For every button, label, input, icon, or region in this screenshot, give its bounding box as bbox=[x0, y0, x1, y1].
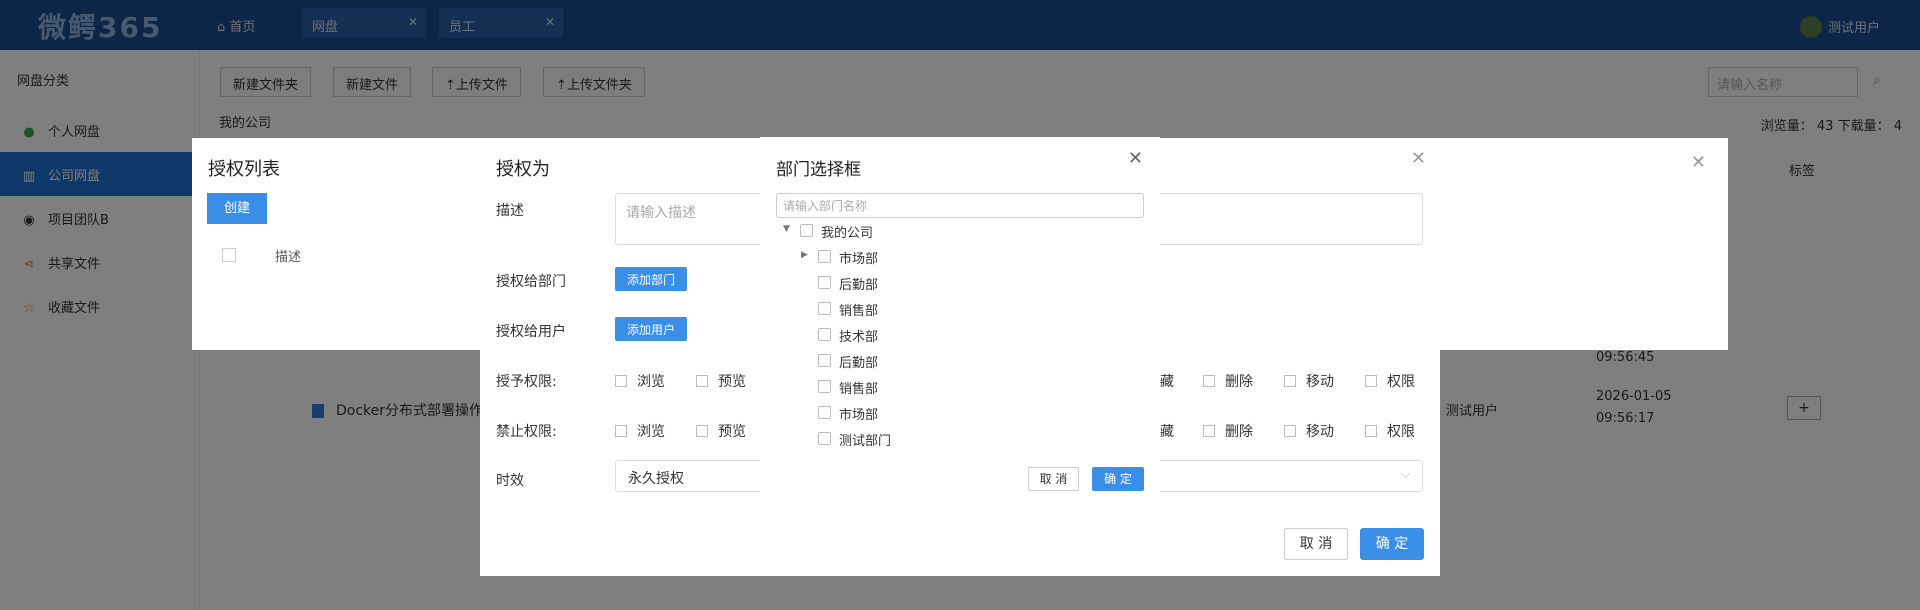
dialog-title: 授权为 bbox=[496, 159, 550, 180]
close-icon[interactable]: ✕ bbox=[1691, 152, 1706, 173]
grant-browse-checkbox[interactable]: 浏览 bbox=[615, 371, 665, 391]
cancel-button[interactable]: 取 消 bbox=[1284, 528, 1348, 560]
department-search-input[interactable]: 请输入部门名称 bbox=[776, 193, 1144, 218]
tree-checkbox[interactable] bbox=[818, 276, 831, 289]
desc-label: 描述 bbox=[496, 203, 524, 219]
cancel-button[interactable]: 取 消 bbox=[1028, 467, 1079, 491]
deny-delete-checkbox[interactable]: 删除 bbox=[1203, 421, 1253, 441]
tree-node[interactable]: 后勤部 bbox=[801, 351, 1001, 373]
grant-dept-label: 授权给部门 bbox=[496, 274, 566, 290]
deny-preview-checkbox[interactable]: 预览 bbox=[696, 421, 746, 441]
grant-move-checkbox[interactable]: 移动 bbox=[1284, 371, 1334, 391]
deny-favorite-checkbox[interactable]: 藏 bbox=[1160, 421, 1174, 441]
select-all-checkbox[interactable] bbox=[222, 248, 236, 262]
grant-permission-checkbox[interactable]: 权限 bbox=[1365, 371, 1415, 391]
dialog-title: 授权列表 bbox=[208, 159, 280, 180]
tree-checkbox[interactable] bbox=[818, 380, 831, 393]
add-user-button[interactable]: 添加用户 bbox=[615, 317, 688, 341]
confirm-button[interactable]: 确 定 bbox=[1092, 467, 1144, 491]
grant-delete-checkbox[interactable]: 删除 bbox=[1203, 371, 1253, 391]
deny-move-checkbox[interactable]: 移动 bbox=[1284, 421, 1334, 441]
close-icon[interactable]: ✕ bbox=[1411, 148, 1426, 169]
tree-node-root[interactable]: ▼ 我的公司 bbox=[783, 221, 983, 243]
tree-checkbox[interactable] bbox=[818, 406, 831, 419]
tree-node[interactable]: ▶ 市场部 bbox=[801, 247, 1001, 269]
add-department-button[interactable]: 添加部门 bbox=[615, 267, 688, 291]
tree-node[interactable]: 技术部 bbox=[801, 325, 1001, 347]
create-button[interactable]: 创建 bbox=[207, 193, 267, 224]
caret-right-icon[interactable]: ▶ bbox=[801, 250, 808, 260]
tree-node[interactable]: 测试部门 bbox=[801, 429, 1001, 451]
tree-node[interactable]: 销售部 bbox=[801, 299, 1001, 321]
tree-checkbox[interactable] bbox=[818, 328, 831, 341]
tree-checkbox[interactable] bbox=[818, 432, 831, 445]
grant-favorite-checkbox[interactable]: 藏 bbox=[1160, 371, 1174, 391]
deny-permission-checkbox[interactable]: 权限 bbox=[1365, 421, 1415, 441]
tree-node[interactable]: 销售部 bbox=[801, 377, 1001, 399]
validity-label: 时效 bbox=[496, 473, 524, 489]
grant-user-label: 授权给用户 bbox=[496, 324, 566, 340]
dialog-title: 部门选择框 bbox=[776, 160, 861, 180]
chevron-down-icon: ⌵ bbox=[1400, 467, 1410, 481]
grant-preview-checkbox[interactable]: 预览 bbox=[696, 371, 746, 391]
column-header-desc: 描述 bbox=[275, 250, 302, 265]
confirm-button[interactable]: 确 定 bbox=[1360, 528, 1424, 560]
caret-down-icon[interactable]: ▼ bbox=[783, 224, 790, 234]
tree-checkbox[interactable] bbox=[818, 354, 831, 367]
tree-checkbox[interactable] bbox=[818, 302, 831, 315]
department-select-dialog: 部门选择框 ✕ 请输入部门名称 ▼ 我的公司 ▶ 市场部 后勤部 销售部 技术部… bbox=[760, 137, 1160, 506]
close-icon[interactable]: ✕ bbox=[1128, 148, 1143, 169]
tree-node[interactable]: 后勤部 bbox=[801, 273, 1001, 295]
tree-checkbox[interactable] bbox=[818, 250, 831, 263]
grant-permissions-label: 授予权限: bbox=[496, 374, 557, 390]
tree-node[interactable]: 市场部 bbox=[801, 403, 1001, 425]
deny-permissions-label: 禁止权限: bbox=[496, 424, 557, 440]
deny-browse-checkbox[interactable]: 浏览 bbox=[615, 421, 665, 441]
tree-checkbox[interactable] bbox=[800, 224, 813, 237]
